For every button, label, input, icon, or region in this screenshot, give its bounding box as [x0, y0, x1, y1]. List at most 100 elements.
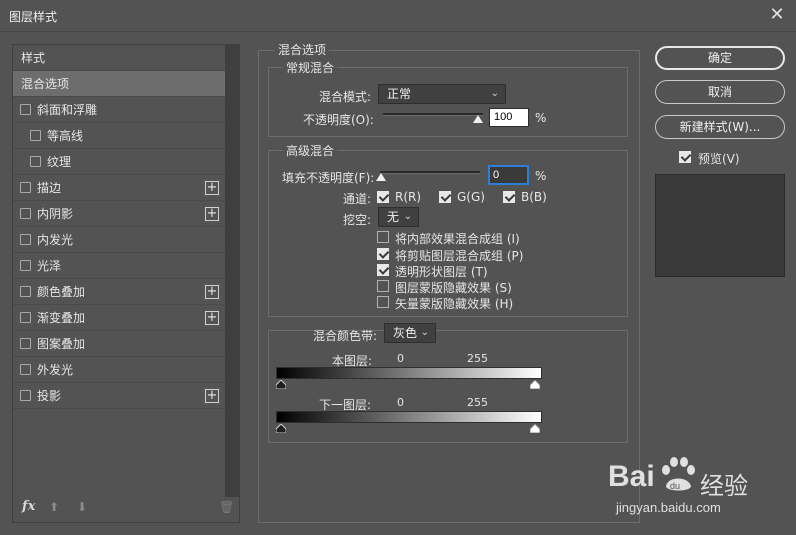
opacity-slider-thumb[interactable]	[473, 115, 483, 123]
window-title: 图层样式	[9, 10, 58, 24]
style-item-pattern-overlay[interactable]: 图案叠加	[13, 331, 225, 357]
advanced-blending-title: 高级混合	[283, 142, 338, 159]
style-item-drop-shadow[interactable]: 投影 +	[13, 383, 225, 409]
style-item-label: 投影	[37, 389, 62, 403]
style-item-satin[interactable]: 光泽	[13, 253, 225, 279]
style-item-color-overlay[interactable]: 颜色叠加 +	[13, 279, 225, 305]
styles-scrollbar[interactable]	[225, 45, 239, 497]
style-checkbox[interactable]	[20, 312, 31, 323]
underlying-layer-max: 255	[467, 396, 488, 409]
underlying-layer-white-thumb[interactable]	[530, 424, 540, 433]
style-checkbox[interactable]	[30, 156, 41, 167]
channel-r-checkbox[interactable]	[377, 191, 389, 203]
style-item-bevel-emboss[interactable]: 斜面和浮雕	[13, 97, 225, 123]
style-checkbox[interactable]	[20, 182, 31, 193]
fill-opacity-slider[interactable]	[380, 171, 480, 174]
watermark-brand: Bai	[608, 460, 655, 493]
add-effect-icon[interactable]: +	[205, 389, 219, 403]
style-item-label: 外发光	[37, 363, 74, 377]
layer-mask-hides-checkbox[interactable]	[377, 280, 389, 292]
blend-if-value: 灰色	[393, 326, 418, 340]
opacity-input[interactable]: 100	[489, 108, 529, 127]
style-checkbox[interactable]	[20, 338, 31, 349]
style-checkbox[interactable]	[20, 208, 31, 219]
opacity-label: 不透明度(O):	[303, 113, 374, 127]
blend-if-group	[268, 330, 628, 443]
vector-mask-hides-checkbox[interactable]	[377, 296, 389, 308]
fx-icon[interactable]: fx	[22, 499, 35, 514]
style-item-label: 斜面和浮雕	[37, 103, 98, 117]
add-effect-icon[interactable]: +	[205, 311, 219, 325]
paw-icon: du	[662, 457, 695, 491]
style-item-inner-glow[interactable]: 内发光	[13, 227, 225, 253]
underlying-layer-black-thumb[interactable]	[276, 424, 286, 433]
style-checkbox[interactable]	[30, 130, 41, 141]
style-checkbox[interactable]	[20, 234, 31, 245]
this-layer-gradient[interactable]	[276, 367, 542, 379]
preview-label: 预览(V)	[698, 152, 740, 166]
channel-b-checkbox[interactable]	[503, 191, 515, 203]
fill-opacity-input[interactable]: 0	[488, 165, 529, 185]
cancel-button[interactable]: 取消	[655, 80, 785, 104]
underlying-layer-gradient[interactable]	[276, 411, 542, 423]
section-title: 混合选项	[275, 41, 330, 58]
trash-icon[interactable]: 🗑	[219, 500, 234, 514]
this-layer-white-thumb[interactable]	[530, 380, 540, 389]
style-item-texture[interactable]: 纹理	[13, 149, 225, 175]
style-item-label: 等高线	[47, 129, 84, 143]
style-item-label: 纹理	[47, 155, 72, 169]
watermark-url: jingyan.baidu.com	[616, 500, 721, 515]
title-bar: 图层样式 ✕	[0, 0, 796, 32]
preview-checkbox[interactable]	[679, 151, 691, 163]
channel-g-checkbox[interactable]	[439, 191, 451, 203]
vector-mask-hides-label: 矢量蒙版隐藏效果 (H)	[395, 297, 514, 311]
layer-mask-hides-label: 图层蒙版隐藏效果 (S)	[395, 281, 512, 295]
style-checkbox[interactable]	[20, 260, 31, 271]
channel-b-label: B(B)	[521, 190, 547, 204]
blending-options-item[interactable]: 混合选项	[13, 71, 225, 97]
fill-opacity-label: 填充不透明度(F):	[282, 171, 375, 185]
add-effect-icon[interactable]: +	[205, 181, 219, 195]
blend-if-label: 混合颜色带:	[313, 329, 378, 343]
knockout-select[interactable]: 无 ⌄	[378, 207, 419, 227]
style-item-gradient-overlay[interactable]: 渐变叠加 +	[13, 305, 225, 331]
new-style-button[interactable]: 新建样式(W)...	[655, 115, 785, 139]
transparency-shapes-checkbox[interactable]	[377, 264, 389, 276]
styles-header[interactable]: 样式	[13, 45, 225, 71]
style-checkbox[interactable]	[20, 390, 31, 401]
close-icon[interactable]: ✕	[766, 4, 788, 26]
channel-g-label: G(G)	[457, 190, 485, 204]
style-item-contour[interactable]: 等高线	[13, 123, 225, 149]
watermark-du: du	[670, 481, 680, 491]
this-layer-min: 0	[397, 352, 404, 365]
style-checkbox[interactable]	[20, 286, 31, 297]
this-layer-black-thumb[interactable]	[276, 380, 286, 389]
style-checkbox[interactable]	[20, 364, 31, 375]
move-up-icon[interactable]: ⬆	[49, 500, 59, 514]
fill-opacity-slider-thumb[interactable]	[376, 173, 386, 181]
blend-mode-select[interactable]: 正常 ⌄	[378, 84, 506, 104]
add-effect-icon[interactable]: +	[205, 207, 219, 221]
blend-interior-checkbox[interactable]	[377, 231, 389, 243]
transparency-shapes-label: 透明形状图层 (T)	[395, 265, 488, 279]
opacity-slider[interactable]	[383, 113, 483, 116]
style-item-inner-shadow[interactable]: 内阴影 +	[13, 201, 225, 227]
style-checkbox[interactable]	[20, 104, 31, 115]
style-item-outer-glow[interactable]: 外发光	[13, 357, 225, 383]
watermark-cn: 经验	[700, 472, 748, 500]
blend-if-select[interactable]: 灰色 ⌄	[384, 323, 436, 343]
opacity-percent: %	[535, 111, 547, 125]
this-layer-max: 255	[467, 352, 488, 365]
style-item-stroke[interactable]: 描边 +	[13, 175, 225, 201]
chevron-down-icon: ⌄	[420, 327, 429, 338]
add-effect-icon[interactable]: +	[205, 285, 219, 299]
styles-list: 样式 混合选项 斜面和浮雕 等高线 纹理 描边 + 内阴影 + 内发光 光泽 颜…	[13, 45, 225, 409]
channel-r-label: R(R)	[395, 190, 422, 204]
style-item-label: 光泽	[37, 259, 62, 273]
styles-footer: fx ⬆ ⬇ 🗑	[13, 496, 239, 522]
blend-clipped-checkbox[interactable]	[377, 248, 389, 260]
style-item-label: 渐变叠加	[37, 311, 86, 325]
ok-button[interactable]: 确定	[655, 46, 785, 70]
underlying-layer-min: 0	[397, 396, 404, 409]
move-down-icon[interactable]: ⬇	[77, 500, 87, 514]
